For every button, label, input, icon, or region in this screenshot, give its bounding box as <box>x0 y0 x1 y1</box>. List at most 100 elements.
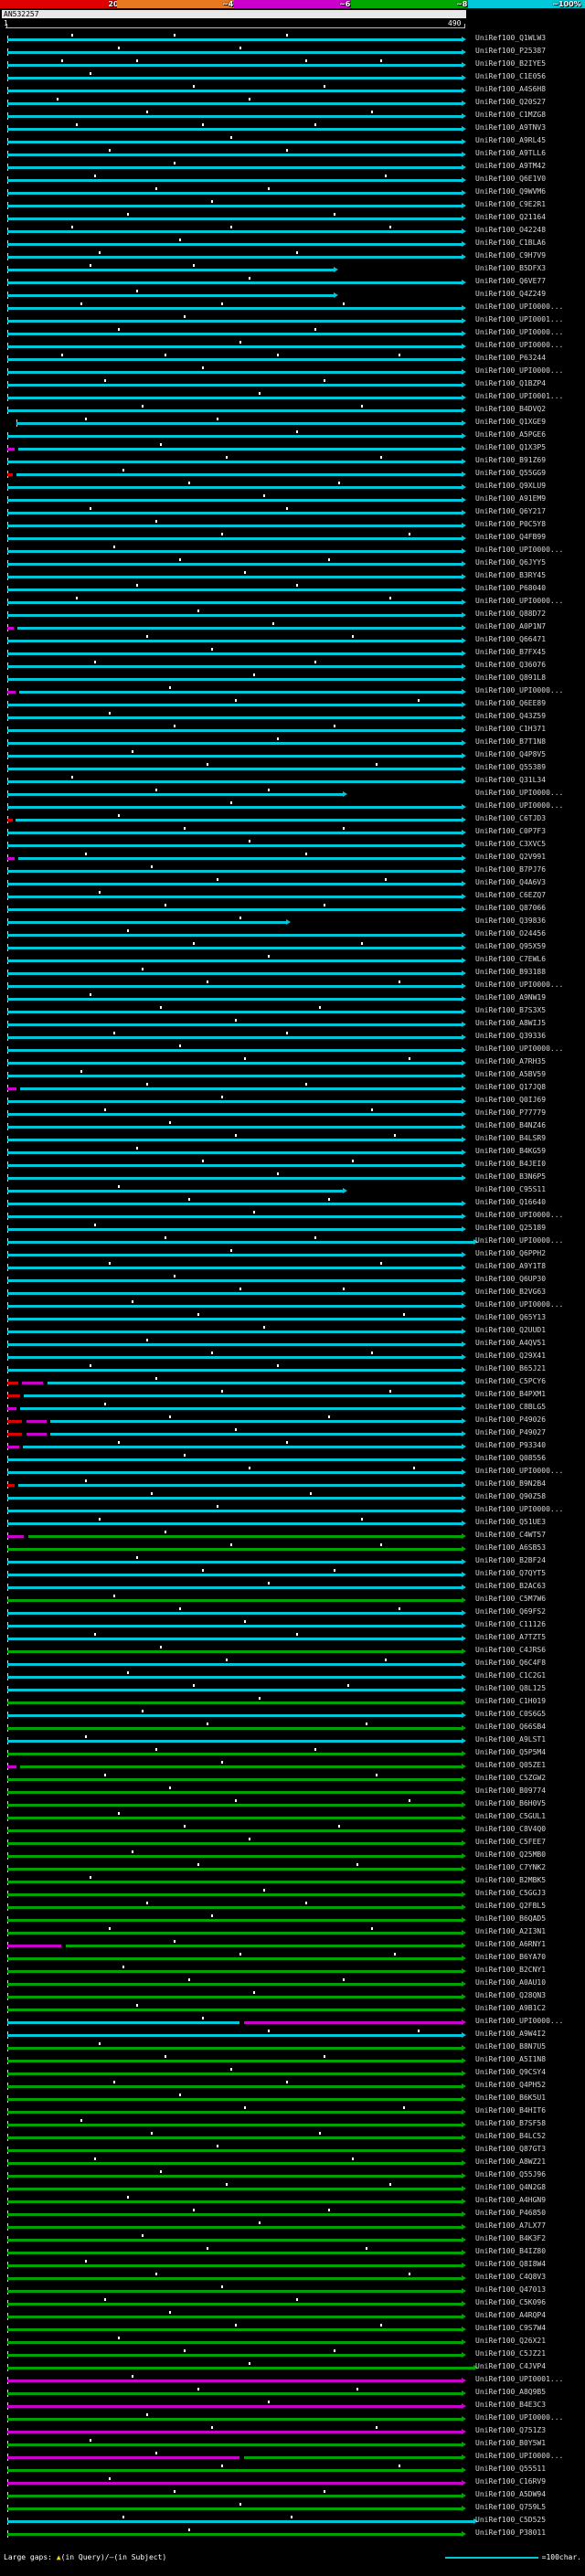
hit-row[interactable]: UniRef100_Q20S27 <box>0 95 585 108</box>
hit-row[interactable]: UniRef100_Q6EE89 <box>0 696 585 709</box>
hsp-segment[interactable] <box>7 2162 462 2165</box>
hit-label[interactable]: UniRef100_C5D525 <box>475 2516 583 2525</box>
hit-row[interactable]: UniRef100_A2I3N1 <box>0 1924 585 1937</box>
hsp-segment[interactable] <box>7 205 462 207</box>
hit-label[interactable]: UniRef100_C1MZG8 <box>475 111 583 120</box>
hit-row[interactable]: UniRef100_Q6Y217 <box>0 504 585 517</box>
hit-label[interactable]: UniRef100_O42248 <box>475 226 583 235</box>
hit-row[interactable]: UniRef100_B6H0V5 <box>0 1797 585 1809</box>
hsp-segment[interactable] <box>7 358 462 361</box>
hit-row[interactable]: UniRef100_C3XVC5 <box>0 837 585 850</box>
hit-row[interactable]: UniRef100_P0C5Y8 <box>0 517 585 530</box>
hit-label[interactable]: UniRef100_B4DVQ2 <box>475 405 583 414</box>
hit-row[interactable]: UniRef100_O42248 <box>0 223 585 236</box>
hsp-segment[interactable] <box>7 1382 18 1384</box>
hsp-segment[interactable] <box>7 1906 462 1909</box>
hsp-segment[interactable] <box>7 1881 462 1883</box>
hit-label[interactable]: UniRef100_Q6EE89 <box>475 699 583 708</box>
hit-label[interactable]: UniRef100_B9N2B4 <box>475 1479 583 1489</box>
hsp-segment[interactable] <box>7 2418 462 2421</box>
hit-label[interactable]: UniRef100_B4NZ46 <box>475 1121 583 1130</box>
hsp-segment[interactable] <box>7 1369 462 1372</box>
hit-label[interactable]: UniRef100_Q891L8 <box>475 673 583 683</box>
hsp-segment[interactable] <box>7 550 462 553</box>
hit-row[interactable]: UniRef100_B9N2B4 <box>0 1477 585 1489</box>
hsp-segment[interactable] <box>7 2456 239 2459</box>
hit-label[interactable]: UniRef100_P68040 <box>475 584 583 593</box>
hit-row[interactable]: UniRef100_Q1WLW3 <box>0 31 585 44</box>
hit-label[interactable]: UniRef100_B91Z69 <box>475 456 583 465</box>
hit-label[interactable]: UniRef100_B4HIT6 <box>475 2106 583 2115</box>
hit-label[interactable]: UniRef100_Q2V991 <box>475 853 583 862</box>
hit-label[interactable]: UniRef100_A9RL45 <box>475 136 583 145</box>
hsp-segment[interactable] <box>7 166 462 169</box>
hit-row[interactable]: UniRef100_Q31L34 <box>0 773 585 786</box>
hsp-segment[interactable] <box>7 2149 462 2152</box>
hit-row[interactable]: UniRef100_UPI0000... <box>0 799 585 811</box>
hit-label[interactable]: UniRef100_B2BF24 <box>475 1556 583 1565</box>
hit-label[interactable]: UniRef100_C0P7F3 <box>475 827 583 836</box>
hit-label[interactable]: UniRef100_C4WT57 <box>475 1531 583 1540</box>
hit-label[interactable]: UniRef100_P77779 <box>475 1108 583 1118</box>
hsp-segment[interactable] <box>28 1535 462 1538</box>
hsp-segment[interactable] <box>7 819 13 822</box>
hit-row[interactable]: UniRef100_Q55511 <box>0 2462 585 2475</box>
hit-label[interactable]: UniRef100_Q16640 <box>475 1198 583 1207</box>
hit-row[interactable]: UniRef100_UPI0000... <box>0 1234 585 1246</box>
hsp-segment[interactable] <box>7 1753 462 1755</box>
hsp-segment[interactable] <box>7 1510 462 1512</box>
hsp-segment[interactable] <box>7 716 462 719</box>
hsp-segment[interactable] <box>20 1407 462 1410</box>
hit-label[interactable]: UniRef100_UPI0000... <box>475 789 583 798</box>
hit-row[interactable]: UniRef100_C1E056 <box>0 69 585 82</box>
hit-row[interactable]: UniRef100_B4K3F2 <box>0 2231 585 2244</box>
hsp-segment[interactable] <box>7 2213 462 2216</box>
hit-label[interactable]: UniRef100_C1BLA6 <box>475 239 583 248</box>
hit-label[interactable]: UniRef100_C7EWL6 <box>475 955 583 964</box>
hit-row[interactable]: UniRef100_Q2UUD1 <box>0 1323 585 1336</box>
hsp-segment[interactable] <box>7 896 462 898</box>
hit-label[interactable]: UniRef100_B2VG63 <box>475 1288 583 1297</box>
hsp-segment[interactable] <box>7 1855 462 1858</box>
hsp-segment[interactable] <box>7 2252 462 2254</box>
hit-label[interactable]: UniRef100_C4JVP4 <box>475 2362 583 2371</box>
hit-label[interactable]: UniRef100_Q6PPH2 <box>475 1249 583 1258</box>
hit-label[interactable]: UniRef100_Q88D72 <box>475 610 583 619</box>
hsp-segment[interactable] <box>7 678 462 681</box>
hit-label[interactable]: UniRef100_Q9XLU9 <box>475 482 583 491</box>
hit-row[interactable]: UniRef100_B3N6P5 <box>0 1170 585 1182</box>
hit-row[interactable]: UniRef100_Q66SB4 <box>0 1720 585 1733</box>
hit-row[interactable]: UniRef100_B7FX45 <box>0 645 585 658</box>
hit-row[interactable]: UniRef100_A7RH35 <box>0 1055 585 1067</box>
hit-row[interactable]: UniRef100_B4PXM1 <box>0 1387 585 1400</box>
hit-row[interactable]: UniRef100_C11126 <box>0 1617 585 1630</box>
hit-row[interactable]: UniRef100_C0P7F3 <box>0 824 585 837</box>
hit-label[interactable]: UniRef100_A5DW94 <box>475 2490 583 2499</box>
hit-row[interactable]: UniRef100_A7LX77 <box>0 2219 585 2231</box>
hit-row[interactable]: UniRef100_A9W4I2 <box>0 2027 585 2040</box>
hit-label[interactable]: UniRef100_C8V4Q0 <box>475 1825 583 1834</box>
hsp-segment[interactable] <box>7 512 462 514</box>
hit-label[interactable]: UniRef100_C9H7V9 <box>475 251 583 260</box>
hit-label[interactable]: UniRef100_C6EZQ7 <box>475 891 583 900</box>
hit-label[interactable]: UniRef100_C0S6G5 <box>475 1710 583 1719</box>
hit-label[interactable]: UniRef100_A9TLL6 <box>475 149 583 158</box>
hit-row[interactable]: UniRef100_Q25189 <box>0 1221 585 1234</box>
hit-row[interactable]: UniRef100_B8N7U5 <box>0 2040 585 2052</box>
hit-row[interactable]: UniRef100_Q87066 <box>0 901 585 914</box>
hit-row[interactable]: UniRef100_Q6PPH2 <box>0 1246 585 1259</box>
hsp-segment[interactable] <box>7 1612 462 1615</box>
hit-row[interactable]: UniRef100_C1H019 <box>0 1694 585 1707</box>
hit-row[interactable]: UniRef100_Q4FB99 <box>0 530 585 543</box>
hsp-segment[interactable] <box>7 307 462 310</box>
hit-row[interactable]: UniRef100_Q51UE3 <box>0 1515 585 1528</box>
hit-row[interactable]: UniRef100_UPI0000... <box>0 978 585 991</box>
hit-label[interactable]: UniRef100_B7SF58 <box>475 2119 583 2128</box>
hsp-segment[interactable] <box>7 1394 20 1397</box>
hit-label[interactable]: UniRef100_Q4A6V3 <box>475 878 583 887</box>
hsp-segment[interactable] <box>7 2009 462 2011</box>
hsp-segment[interactable] <box>7 1829 462 1832</box>
hit-row[interactable]: UniRef100_B6K5U1 <box>0 2091 585 2104</box>
hit-row[interactable]: UniRef100_Q6UP30 <box>0 1272 585 1285</box>
hit-label[interactable]: UniRef100_Q1XGE9 <box>475 418 583 427</box>
